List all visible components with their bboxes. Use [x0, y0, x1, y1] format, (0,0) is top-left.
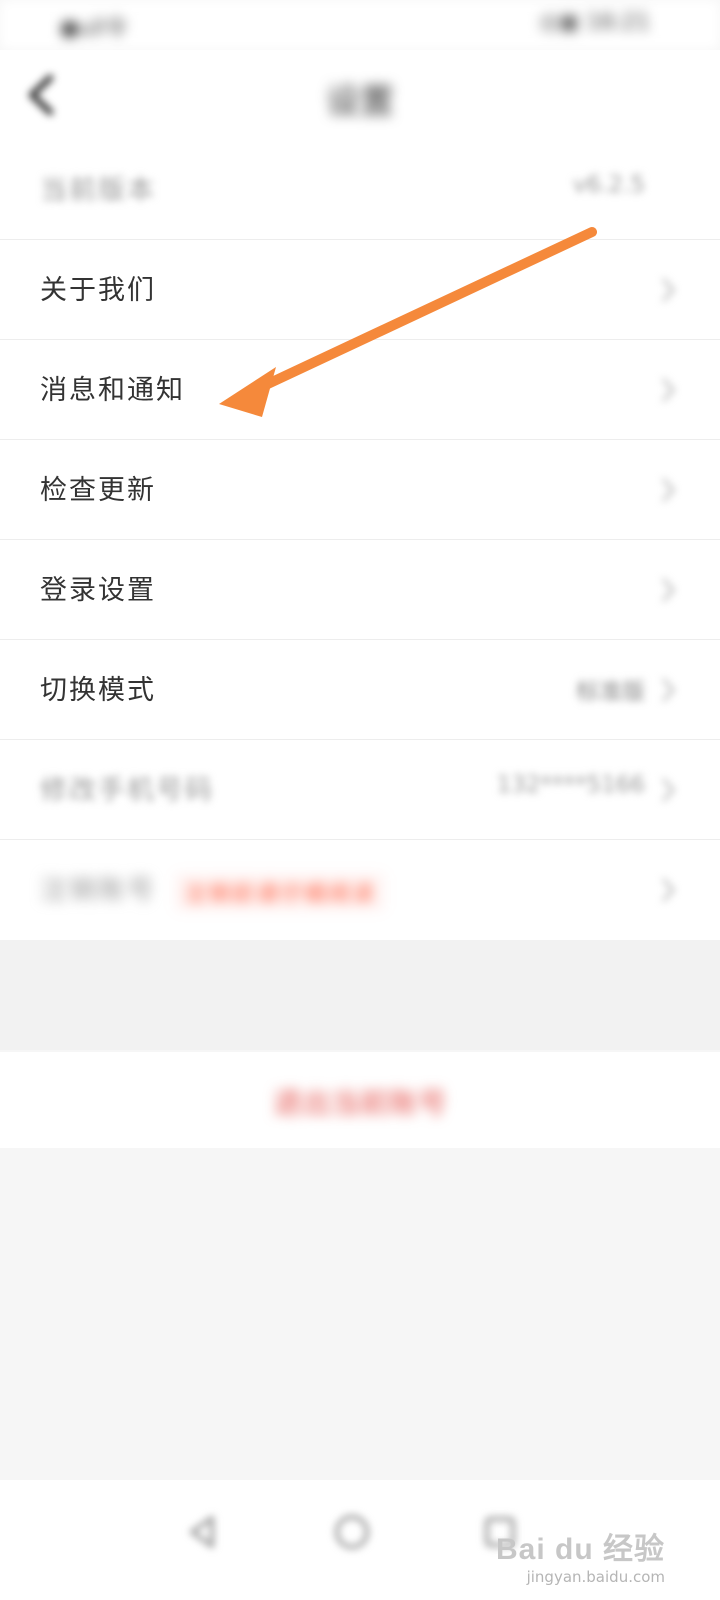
watermark-url: jingyan.baidu.com [526, 1568, 665, 1586]
settings-row-change-phone[interactable]: 修改手机号码 132****5166 [0, 740, 720, 840]
settings-row-label: 切换模式 [40, 675, 156, 706]
watermark-logo: Bai du 经验 [495, 1533, 665, 1566]
settings-row-switch-mode[interactable]: 切换模式 标准版 [0, 640, 720, 740]
header: 设置 [0, 50, 720, 140]
settings-row-label: 关于我们 [40, 275, 156, 306]
chevron-right-icon [660, 476, 676, 504]
bottom-empty-area [0, 1150, 720, 1480]
settings-list: 当前版本 v6.2.5 关于我们 消息和通知 检查更新 登录设置 切换模式 标准… [0, 140, 720, 940]
system-nav-bar: Bai du 经验 jingyan.baidu.com [0, 1480, 720, 1600]
settings-row-label: 检查更新 [40, 475, 156, 506]
settings-row-label: 注销账号 注销前请仔细阅读 [40, 868, 387, 912]
status-time-text: ◎▣ 16:21 [539, 10, 650, 35]
status-bar: ●ull令 ◎▣ 16:21 [0, 0, 720, 50]
settings-row-label-text: 注销账号 [40, 875, 156, 906]
chevron-right-icon [660, 776, 676, 804]
settings-row-about[interactable]: 关于我们 [0, 240, 720, 340]
settings-row-value: v6.2.5 [572, 172, 645, 198]
chevron-right-icon [660, 276, 676, 304]
settings-row-value: 132****5166 [496, 772, 645, 798]
settings-row-version: 当前版本 v6.2.5 [0, 140, 720, 240]
settings-row-login-settings[interactable]: 登录设置 [0, 540, 720, 640]
settings-row-check-update[interactable]: 检查更新 [0, 440, 720, 540]
chevron-right-icon [660, 376, 676, 404]
nav-home-icon[interactable] [322, 1502, 382, 1562]
chevron-right-icon [660, 576, 676, 604]
chevron-right-icon [660, 676, 676, 704]
status-signal-text: ●ull令 [60, 16, 128, 41]
settings-row-label: 当前版本 [40, 175, 156, 206]
settings-row-label: 登录设置 [40, 575, 156, 606]
settings-row-value: 标准版 [576, 679, 645, 705]
section-gap [0, 940, 720, 1050]
settings-row-label: 修改手机号码 [40, 775, 214, 806]
warning-badge: 注销前请仔细阅读 [174, 871, 387, 912]
settings-row-label: 消息和通知 [40, 375, 185, 406]
logout-button[interactable]: 退出当前账号 [0, 1052, 720, 1148]
watermark: Bai du 经验 jingyan.baidu.com [496, 1524, 665, 1586]
settings-row-notifications[interactable]: 消息和通知 [0, 340, 720, 440]
nav-back-icon[interactable] [172, 1502, 232, 1562]
settings-row-delete-account[interactable]: 注销账号 注销前请仔细阅读 [0, 840, 720, 940]
page-title: 设置 [326, 82, 394, 122]
logout-label: 退出当前账号 [272, 1086, 447, 1120]
chevron-right-icon [660, 876, 676, 904]
